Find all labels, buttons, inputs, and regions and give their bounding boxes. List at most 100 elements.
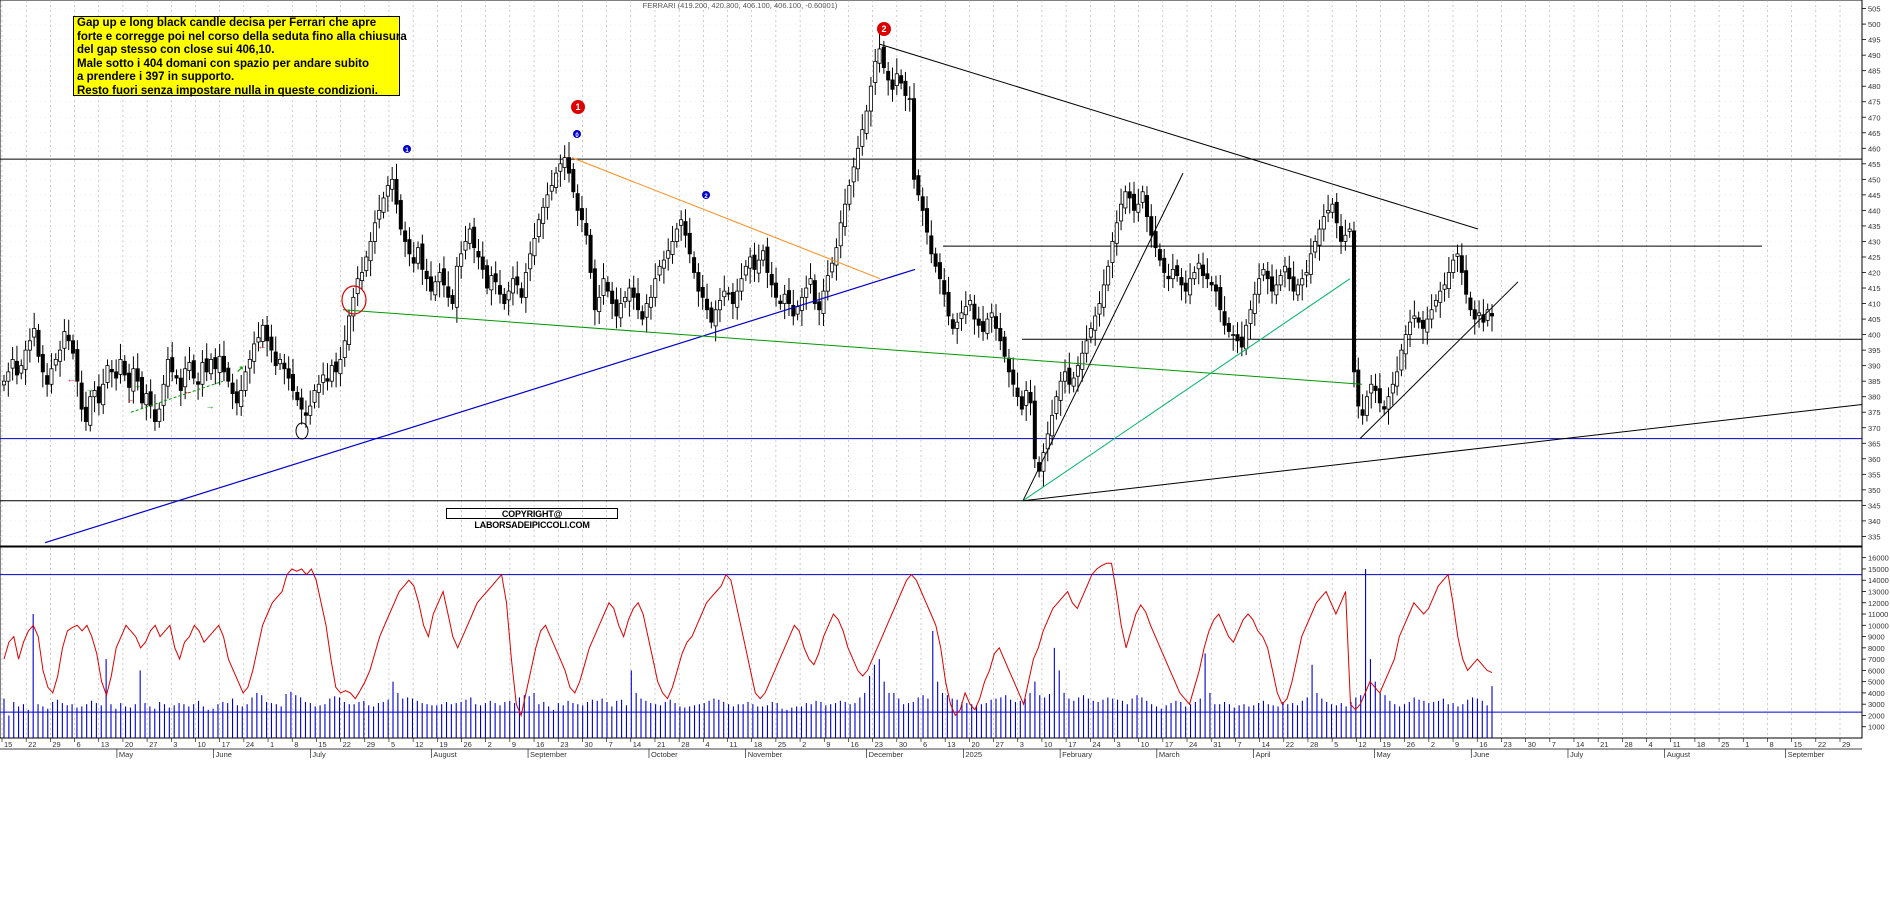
candle-body <box>1218 287 1223 311</box>
x-day-label: 14 <box>1576 740 1584 749</box>
blue-rising-trendline <box>44 268 916 544</box>
candle-body <box>1257 278 1262 295</box>
candle-body <box>528 253 533 270</box>
candle-body <box>1157 249 1162 261</box>
x-day-label: 2 <box>1431 740 1435 749</box>
candle-body <box>260 324 265 342</box>
candle-body <box>756 259 761 274</box>
candle-body <box>912 98 917 180</box>
candle-body <box>161 383 166 406</box>
x-day-label: 17 <box>1068 740 1076 749</box>
candle-body <box>467 228 472 244</box>
candle-body <box>765 246 770 273</box>
candle-body <box>1024 390 1029 406</box>
candle-body <box>2 380 7 386</box>
y-tick-label: 465 <box>1868 129 1881 138</box>
candle-body <box>683 221 688 236</box>
candle-body <box>351 296 356 317</box>
y-tick-label: 3000 <box>1868 700 1885 709</box>
candle-body <box>122 360 127 376</box>
candle-body <box>610 290 615 304</box>
y-tick-label: 470 <box>1868 113 1881 122</box>
candle-body <box>247 359 252 369</box>
candle-body <box>234 391 239 404</box>
candle-body <box>27 340 32 351</box>
x-day-label: 11 <box>1673 740 1681 749</box>
candle-body <box>640 311 645 320</box>
x-month-label: February <box>1062 750 1092 759</box>
candle-body <box>933 253 938 267</box>
y-tick-label: 420 <box>1868 269 1881 278</box>
candle-body <box>316 383 321 393</box>
candle-body <box>6 371 11 382</box>
x-month-label: March <box>1159 750 1180 759</box>
candle-body <box>959 312 964 319</box>
candle-body <box>1321 216 1326 230</box>
candle-body <box>1291 276 1296 292</box>
y-tick-label: 370 <box>1868 424 1881 433</box>
candle-body <box>618 303 623 319</box>
candle-body <box>472 226 477 249</box>
x-day-label: 11 <box>730 740 738 749</box>
x-day-label: 24 <box>1189 740 1197 749</box>
candle-body <box>644 303 649 318</box>
y-tick-label: 440 <box>1868 206 1881 215</box>
x-day-label: 27 <box>149 740 157 749</box>
candle-body <box>226 367 231 382</box>
candle-body <box>903 80 908 96</box>
candle-body <box>1326 209 1331 214</box>
candle-body <box>1433 300 1438 307</box>
x-day-label: 25 <box>778 740 786 749</box>
candle-body <box>83 406 88 422</box>
y-tick-label: 9000 <box>1868 633 1885 642</box>
candle-body <box>567 157 572 174</box>
candle-body <box>648 296 653 308</box>
candle-body <box>178 377 183 391</box>
candle-body <box>66 334 71 342</box>
candle-body <box>627 287 632 302</box>
x-day-label: 30 <box>584 740 592 749</box>
y-tick-label: 400 <box>1868 331 1881 340</box>
y-tick-label: 11000 <box>1868 610 1888 619</box>
candle-body <box>23 349 28 370</box>
candle-body <box>666 250 671 259</box>
candle-body <box>696 272 701 292</box>
candle-body <box>40 354 45 373</box>
candle-body <box>942 280 947 295</box>
x-day-label: 13 <box>947 740 955 749</box>
candle-body <box>1201 264 1206 277</box>
x-month-label: April <box>1256 750 1271 759</box>
candle-body <box>692 257 697 273</box>
candle-body <box>1399 349 1404 371</box>
candle-body <box>989 312 994 318</box>
x-day-label: 6 <box>77 740 81 749</box>
candle-body <box>579 208 584 221</box>
candle-body <box>743 265 748 276</box>
x-month-label: October <box>651 750 678 759</box>
y-tick-label: 480 <box>1868 82 1881 91</box>
candle-body <box>1274 284 1279 296</box>
candle-body <box>532 237 537 257</box>
x-month-label: September <box>530 750 567 759</box>
candle-body <box>1205 273 1210 280</box>
candle-body <box>183 368 188 388</box>
candle-body <box>1252 293 1257 314</box>
y-tick-label: 5000 <box>1868 678 1885 687</box>
candle-body <box>1002 336 1007 357</box>
y-tick-label: 375 <box>1868 408 1881 417</box>
x-day-label: 20 <box>125 740 133 749</box>
y-tick-label: 13000 <box>1868 587 1889 596</box>
candle-body <box>894 73 899 86</box>
x-day-label: 15 <box>4 740 12 749</box>
x-day-label: 16 <box>850 740 858 749</box>
candle-body <box>114 371 119 379</box>
candle-body <box>1420 319 1425 329</box>
candle-body <box>592 268 597 311</box>
candle-body <box>101 383 106 406</box>
candle-body <box>623 296 628 303</box>
candle-body <box>735 290 740 308</box>
candle-body <box>1032 400 1037 460</box>
x-month-label: May <box>119 750 133 759</box>
candle-body <box>571 169 576 193</box>
candle-body <box>605 282 610 292</box>
